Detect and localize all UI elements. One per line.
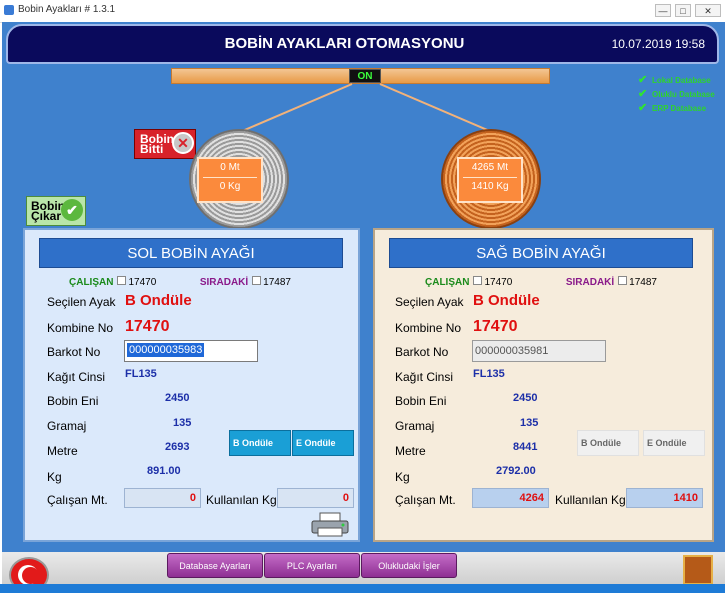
right-coil-kg: 1410 Kg bbox=[471, 181, 509, 192]
label-kombine-no: Kombine No bbox=[47, 321, 114, 335]
left-panel: SOL BOBİN AYAĞI ÇALIŞAN 17470 SIRADAKİ 174… bbox=[23, 228, 360, 542]
left-status-row: ÇALIŞAN 17470 SIRADAKİ 17487 bbox=[69, 276, 291, 288]
check-icon: ✔ bbox=[638, 88, 648, 100]
label-kombine-no: Kombine No bbox=[395, 321, 462, 335]
right-gramaj: 135 bbox=[520, 417, 539, 429]
label-kullanilan-kg: Kullanılan Kg bbox=[555, 493, 626, 507]
right-secilen-ayak: B Ondüle bbox=[473, 292, 540, 309]
right-siradaki-checkbox[interactable] bbox=[618, 276, 628, 285]
exit-door-icon[interactable] bbox=[683, 555, 713, 585]
left-bobin-eni: 2450 bbox=[165, 392, 190, 404]
label-kagit-cinsi: Kağıt Cinsi bbox=[395, 370, 454, 384]
right-panel-title: SAĞ BOBİN AYAĞI bbox=[389, 238, 693, 268]
label-barkot-no: Barkot No bbox=[395, 345, 449, 359]
right-kg: 2792.00 bbox=[496, 465, 536, 477]
right-e-ondule-button[interactable]: E Ondüle bbox=[643, 430, 705, 456]
plc-ayarlari-button[interactable]: PLC Ayarları bbox=[264, 553, 360, 578]
right-bobin-eni: 2450 bbox=[513, 392, 538, 404]
oluklu-isler-button[interactable]: Olukludaki İşler bbox=[361, 553, 457, 578]
label-calisan-mt: Çalışan Mt. bbox=[47, 493, 108, 507]
left-kg: 891.00 bbox=[147, 465, 181, 477]
right-coil-readout: 4265 Mt 1410 Kg bbox=[457, 157, 523, 203]
label-kagit-cinsi: Kağıt Cinsi bbox=[47, 370, 106, 384]
label-secilen-ayak: Seçilen Ayak bbox=[395, 295, 464, 309]
database-ayarlari-button[interactable]: Database Ayarları bbox=[167, 553, 263, 578]
bobin-cikar-button[interactable]: Bobin Çıkar ✔ bbox=[26, 196, 86, 226]
label-kg: Kg bbox=[395, 470, 410, 484]
left-metre: 2693 bbox=[165, 441, 190, 453]
left-e-ondule-button[interactable]: E Ondüle bbox=[292, 430, 354, 456]
db-status-erp: ✔ ERP Database bbox=[638, 102, 707, 114]
label-calisan-mt: Çalışan Mt. bbox=[395, 493, 456, 507]
label-gramaj: Gramaj bbox=[395, 419, 435, 433]
close-icon: ✕ bbox=[172, 132, 194, 154]
right-coil-mt: 4265 Mt bbox=[471, 162, 509, 173]
left-barkot-selected: 000000035983 bbox=[127, 343, 205, 357]
right-metre: 8441 bbox=[513, 441, 538, 453]
right-calisan-mt: 4264 bbox=[472, 488, 549, 508]
label-bobin-eni: Bobin Eni bbox=[47, 394, 99, 408]
left-kagit-cinsi: FL135 bbox=[125, 368, 157, 380]
left-coil-readout: 0 Mt 0 Kg bbox=[197, 157, 263, 203]
left-calisan-checkbox[interactable] bbox=[117, 276, 127, 285]
label-metre: Metre bbox=[395, 444, 426, 458]
right-b-ondule-button[interactable]: B Ondüle bbox=[577, 430, 639, 456]
label-kullanilan-kg: Kullanılan Kg bbox=[206, 493, 277, 507]
left-siradaki-checkbox[interactable] bbox=[252, 276, 262, 285]
taskbar-strip bbox=[0, 584, 725, 593]
db-status-lokal: ✔ Lokal Database bbox=[638, 74, 711, 86]
db-status-oluklu: ✔ Oluklu Database bbox=[638, 88, 715, 100]
label-kg: Kg bbox=[47, 470, 62, 484]
right-status-row: ÇALIŞAN 17470 SIRADAKİ 17487 bbox=[425, 276, 657, 288]
label-metre: Metre bbox=[47, 444, 78, 458]
left-b-ondule-button[interactable]: B Ondüle bbox=[229, 430, 291, 456]
right-kullanilan-kg: 1410 bbox=[626, 488, 703, 508]
label-gramaj: Gramaj bbox=[47, 419, 87, 433]
left-panel-title: SOL BOBİN AYAĞI bbox=[39, 238, 343, 268]
bobin-bitti-button[interactable]: Bobin Bitti ✕ bbox=[134, 129, 196, 159]
check-icon: ✔ bbox=[638, 102, 648, 114]
left-secilen-ayak: B Ondüle bbox=[125, 292, 192, 309]
check-icon: ✔ bbox=[61, 199, 83, 221]
right-kagit-cinsi: FL135 bbox=[473, 368, 505, 380]
label-secilen-ayak: Seçilen Ayak bbox=[47, 295, 116, 309]
left-coil-mt: 0 Mt bbox=[220, 162, 240, 173]
left-kombine-no: 17470 bbox=[125, 318, 170, 335]
left-kullanilan-kg: 0 bbox=[277, 488, 354, 508]
right-calisan-checkbox[interactable] bbox=[473, 276, 483, 285]
right-kombine-no: 17470 bbox=[473, 318, 518, 335]
right-panel: SAĞ BOBİN AYAĞI ÇALIŞAN 17470 SIRADAKİ 174… bbox=[373, 228, 714, 542]
left-gramaj: 135 bbox=[173, 417, 192, 429]
check-icon: ✔ bbox=[638, 74, 648, 86]
left-calisan-mt: 0 bbox=[124, 488, 201, 508]
label-bobin-eni: Bobin Eni bbox=[395, 394, 447, 408]
printer-icon[interactable] bbox=[310, 512, 350, 538]
left-coil-kg: 0 Kg bbox=[219, 181, 241, 192]
label-barkot-no: Barkot No bbox=[47, 345, 101, 359]
right-barkot-input[interactable] bbox=[472, 340, 606, 362]
